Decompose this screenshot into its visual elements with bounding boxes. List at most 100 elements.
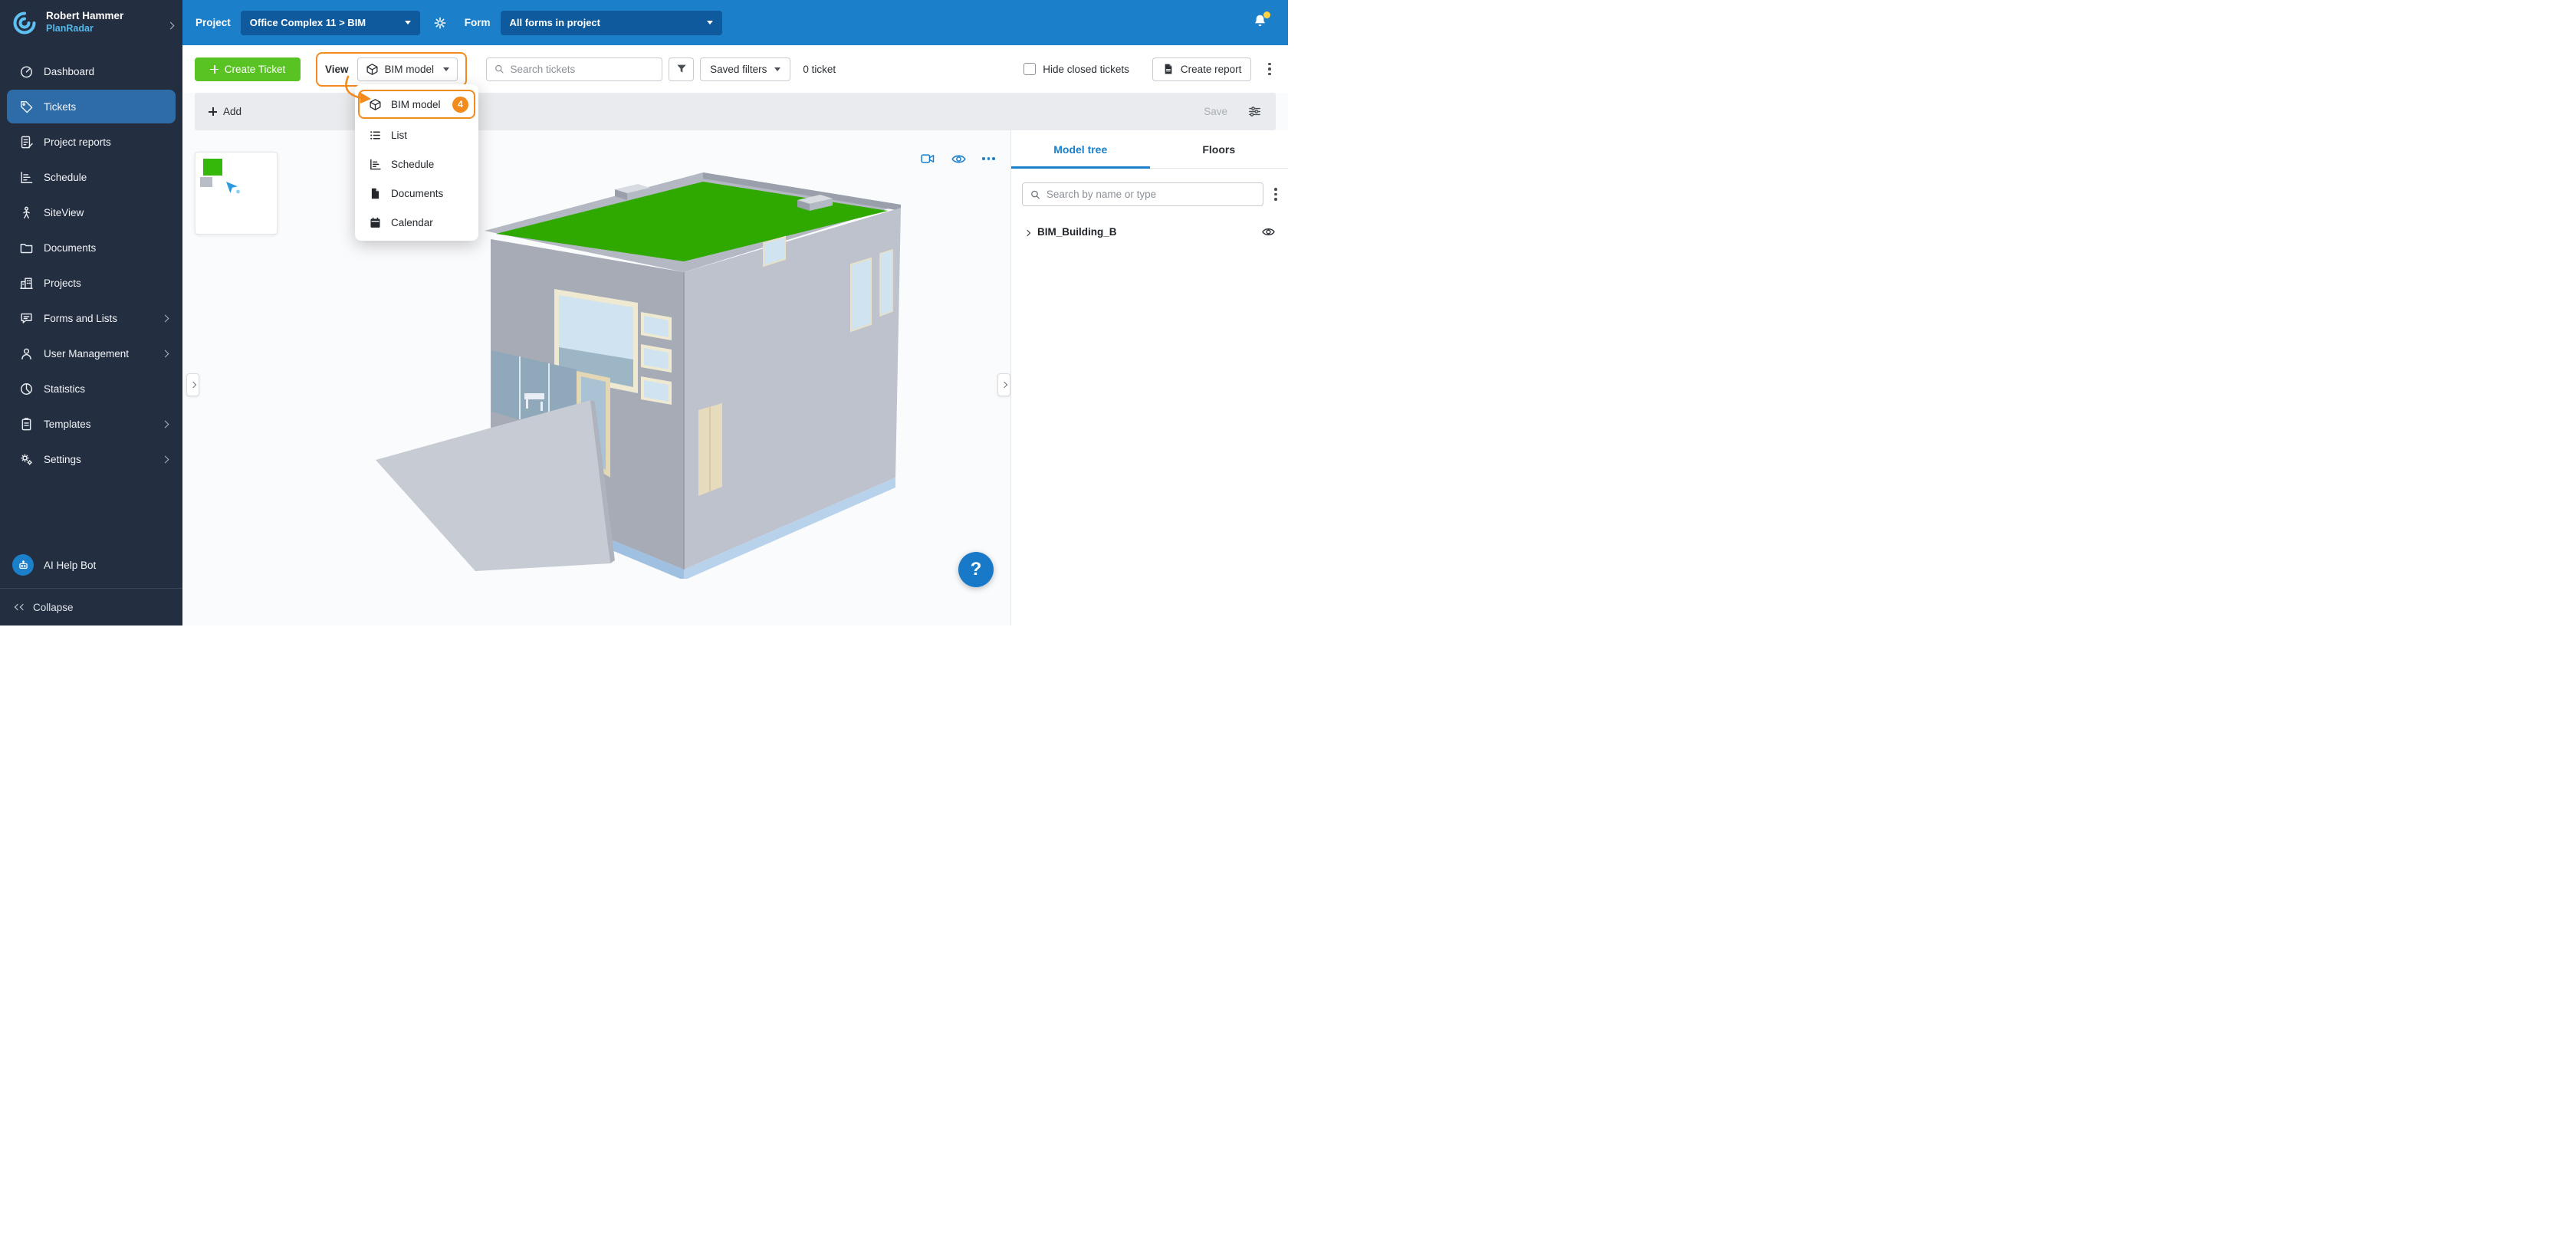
menu-item-label: Documents	[391, 188, 443, 199]
saved-filters-dropdown[interactable]: Saved filters	[700, 57, 790, 81]
plus-icon	[209, 107, 217, 116]
menu-item-schedule[interactable]: Schedule	[355, 149, 478, 179]
sidebar-item-forms-and-lists[interactable]: Forms and Lists	[7, 301, 176, 335]
model-search-input[interactable]	[1046, 189, 1257, 200]
tree-item-label: BIM_Building_B	[1037, 226, 1117, 238]
project-select-value: Office Complex 11 > BIM	[250, 17, 366, 28]
sidebar-item-documents[interactable]: Documents	[7, 231, 176, 264]
menu-item-bim-model[interactable]: BIM model 4	[358, 90, 475, 119]
planradar-logo-icon	[11, 9, 38, 37]
create-report-button[interactable]: Create report	[1152, 57, 1252, 81]
gears-icon	[19, 452, 34, 467]
camera-view-icon[interactable]	[916, 147, 939, 170]
form-select[interactable]: All forms in project	[501, 11, 722, 35]
toolbar-more-menu-icon[interactable]	[1263, 58, 1276, 80]
save-button-disabled[interactable]: Save	[1204, 106, 1227, 117]
thumbnail-plan-area	[203, 159, 222, 176]
pdf-file-icon	[1162, 63, 1175, 75]
create-report-label: Create report	[1181, 64, 1242, 75]
sidebar-item-settings[interactable]: Settings	[7, 442, 176, 476]
menu-item-label: List	[391, 130, 407, 141]
gantt-icon	[19, 170, 34, 185]
tab-label: Model tree	[1053, 143, 1107, 156]
collapse-button[interactable]: Collapse	[0, 589, 182, 626]
add-button[interactable]: Add	[209, 106, 242, 117]
ticket-count: 0 ticket	[803, 64, 836, 75]
panel-tabs: Model tree Floors	[1011, 130, 1288, 169]
notification-dot	[1263, 11, 1270, 18]
siteview-person-icon	[19, 205, 34, 220]
tab-model-tree[interactable]: Model tree	[1011, 130, 1150, 168]
sidebar-item-label: Statistics	[44, 383, 85, 395]
sidebar-item-tickets[interactable]: Tickets	[7, 90, 176, 123]
help-button[interactable]: ?	[958, 552, 994, 587]
tab-floors[interactable]: Floors	[1150, 130, 1289, 168]
sidebar-item-label: Documents	[44, 242, 96, 254]
panel-more-menu-icon[interactable]	[1270, 183, 1282, 205]
sidebar-item-label: User Management	[44, 348, 129, 360]
sidebar-item-statistics[interactable]: Statistics	[7, 372, 176, 406]
search-tickets-input[interactable]	[510, 64, 655, 75]
sidebar-item-dashboard[interactable]: Dashboard	[7, 54, 176, 88]
calendar-icon	[369, 216, 382, 229]
menu-item-label: Calendar	[391, 217, 433, 228]
form-label: Form	[465, 17, 491, 28]
sidebar-item-label: Project reports	[44, 136, 111, 148]
sidebar-item-templates[interactable]: Templates	[7, 407, 176, 441]
panel-search-row	[1011, 169, 1288, 217]
collapse-label: Collapse	[33, 602, 74, 613]
right-panel-collapse-handle[interactable]	[997, 373, 1010, 396]
sidebar-item-label: Schedule	[44, 172, 87, 183]
create-ticket-button[interactable]: Create Ticket	[195, 57, 301, 81]
plan-thumbnail[interactable]	[195, 152, 278, 235]
left-panel-expand-handle[interactable]	[186, 373, 199, 396]
notifications-bell-icon[interactable]	[1252, 13, 1268, 33]
main-content: ? Model tree Floors	[182, 130, 1288, 626]
sidebar-item-project-reports[interactable]: Project reports	[7, 125, 176, 159]
tree-expand-chevron-icon[interactable]	[1025, 225, 1030, 239]
sidebar-item-label: Settings	[44, 454, 81, 465]
search-icon	[494, 63, 504, 75]
sidebar-item-user-management[interactable]: User Management	[7, 337, 176, 370]
list-icon	[369, 129, 382, 142]
menu-item-label: BIM model	[391, 99, 441, 110]
visibility-eye-icon[interactable]	[947, 147, 970, 170]
saved-filters-label: Saved filters	[710, 64, 767, 75]
sidebar-item-siteview[interactable]: SiteView	[7, 195, 176, 229]
view-dropdown-button[interactable]: BIM model	[357, 57, 458, 81]
viewer-more-menu-icon[interactable]	[978, 153, 1000, 165]
buildings-icon	[19, 276, 34, 291]
caret-down-icon	[774, 67, 780, 71]
menu-item-list[interactable]: List	[355, 120, 478, 149]
sidebar-item-label: Dashboard	[44, 66, 94, 77]
menu-item-calendar[interactable]: Calendar	[355, 208, 478, 237]
cube-icon	[369, 98, 382, 111]
project-settings-gear-icon[interactable]	[432, 15, 448, 31]
hide-closed-tickets-toggle[interactable]: Hide closed tickets	[1024, 63, 1129, 75]
tree-item-bim-building-b[interactable]: BIM_Building_B	[1011, 217, 1288, 247]
hide-closed-label: Hide closed tickets	[1043, 64, 1129, 75]
sidebar-item-schedule[interactable]: Schedule	[7, 160, 176, 194]
ai-help-bot-button[interactable]: AI Help Bot	[0, 547, 182, 583]
tab-label: Floors	[1202, 143, 1235, 156]
menu-item-documents[interactable]: Documents	[355, 179, 478, 208]
create-ticket-label: Create Ticket	[225, 64, 286, 75]
tree-visibility-eye-icon[interactable]	[1261, 225, 1276, 239]
project-select[interactable]: Office Complex 11 > BIM	[241, 11, 420, 35]
sidebar-expand-icon[interactable]	[168, 18, 173, 32]
user-name: Robert Hammer	[46, 10, 123, 23]
sidebar-item-projects[interactable]: Projects	[7, 266, 176, 300]
view-settings-sliders-icon[interactable]	[1247, 104, 1262, 119]
sidebar-nav: Dashboard Tickets Project reports Schedu…	[0, 54, 182, 476]
sidebar-header: Robert Hammer PlanRadar	[0, 0, 182, 45]
forms-icon	[19, 311, 34, 326]
menu-item-label: Schedule	[391, 159, 434, 170]
bim-3d-viewer[interactable]: ?	[182, 130, 1010, 626]
sidebar: Robert Hammer PlanRadar Dashboard Ticket…	[0, 0, 182, 626]
add-label: Add	[223, 106, 242, 117]
filter-button[interactable]	[669, 57, 694, 81]
viewer-actions	[916, 147, 1000, 170]
checkbox-unchecked[interactable]	[1024, 63, 1036, 75]
app-root: Robert Hammer PlanRadar Dashboard Ticket…	[0, 0, 1288, 626]
chevron-right-icon	[163, 417, 168, 431]
